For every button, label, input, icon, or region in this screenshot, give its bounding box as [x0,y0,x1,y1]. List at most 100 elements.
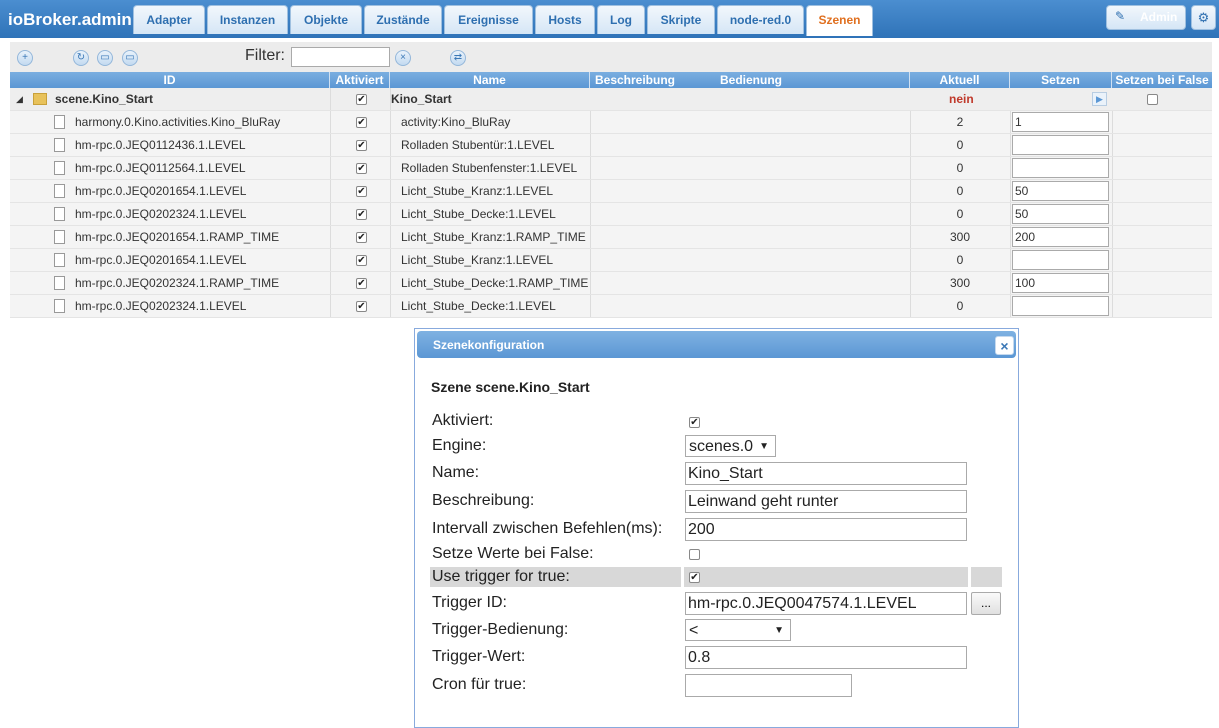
trigger-id-browse-button[interactable]: ... [971,592,1001,615]
user-label: Admin [1140,10,1178,24]
tab-log[interactable]: Log [597,5,645,34]
row-enabled-checkbox[interactable]: ✔ [356,140,367,151]
scene-id: scene.Kino_Start [55,92,154,106]
row-name: Licht_Stube_Kranz:1.RAMP_TIME [401,230,586,244]
name-input[interactable]: Kino_Start [685,462,967,485]
table-row[interactable]: harmony.0.Kino.activities.Kino_BluRay ✔ ac… [10,111,1212,134]
scene-false-checkbox[interactable] [1147,94,1158,105]
tab-adapter[interactable]: Adapter [133,5,205,34]
row-enabled-checkbox[interactable]: ✔ [356,278,367,289]
table-row[interactable]: hm-rpc.0.JEQ0201654.1.LEVEL ✔ Licht_Stube_… [10,249,1212,272]
dialog-titlebar[interactable]: Szenekonfiguration × [417,331,1016,358]
folder-open-icon[interactable]: ▭ [122,50,138,66]
row-enabled-checkbox[interactable]: ✔ [356,301,367,312]
scene-enabled-checkbox[interactable]: ✔ [356,94,367,105]
col-aktuell[interactable]: Aktuell [910,72,1010,88]
clear-filter-icon[interactable]: × [395,50,411,66]
table-row[interactable]: hm-rpc.0.JEQ0202324.1.RAMP_TIME ✔ Licht_St… [10,272,1212,295]
close-icon[interactable]: × [995,336,1014,355]
trigger-bedienung-value: < [689,622,699,639]
scene-row[interactable]: ◢ scene.Kino_Start ✔ Kino_Start nein ▶ [10,88,1212,111]
tab-ereignisse[interactable]: Ereignisse [444,5,533,34]
row-aktuell: 0 [956,184,964,198]
app-title: ioBroker.admin [8,10,132,29]
col-bedienung[interactable]: Bedienung [680,72,910,88]
row-aktuell: 0 [956,299,964,313]
settings-button[interactable]: ⚙ [1191,5,1216,30]
row-setzen-input[interactable] [1012,158,1109,178]
row-enabled-checkbox[interactable]: ✔ [356,163,367,174]
table-row[interactable]: hm-rpc.0.JEQ0201654.1.RAMP_TIME ✔ Licht_St… [10,226,1212,249]
col-aktiviert[interactable]: Aktiviert [330,72,390,88]
folder-add-icon[interactable]: ▭ [97,50,113,66]
expand-triangle-icon[interactable]: ◢ [16,88,23,110]
use-trigger-value-bg [684,567,968,587]
name-label: Name: [432,464,480,481]
tab-objekte[interactable]: Objekte [290,5,362,34]
cron-input[interactable] [685,674,852,697]
use-trigger-checkbox[interactable]: ✔ [689,572,700,583]
trigger-id-label: Trigger ID: [432,594,507,611]
folder-icon [33,93,47,105]
row-name: Licht_Stube_Decke:1.RAMP_TIME [401,276,589,290]
row-enabled-checkbox[interactable]: ✔ [356,186,367,197]
filter-input[interactable] [291,47,390,67]
file-icon [54,184,65,198]
row-id: hm-rpc.0.JEQ0202324.1.LEVEL [75,207,247,221]
row-aktuell: 0 [956,161,964,175]
row-setzen-input[interactable]: 50 [1012,181,1109,201]
table-row[interactable]: hm-rpc.0.JEQ0112564.1.LEVEL ✔ Rolladen Stu… [10,157,1212,180]
tab-hosts[interactable]: Hosts [535,5,595,34]
row-enabled-checkbox[interactable]: ✔ [356,117,367,128]
row-id: hm-rpc.0.JEQ0202324.1.LEVEL [75,299,247,313]
file-icon [54,230,65,244]
row-setzen-input[interactable] [1012,296,1109,316]
table-row[interactable]: hm-rpc.0.JEQ0202324.1.LEVEL ✔ Licht_Stube_… [10,203,1212,226]
beschreibung-input[interactable]: Leinwand geht runter [685,490,967,513]
col-setzen[interactable]: Setzen [1010,72,1112,88]
row-setzen-input[interactable]: 50 [1012,204,1109,224]
setze-false-checkbox[interactable] [689,549,700,560]
file-icon [54,115,65,129]
tab-node-red[interactable]: node-red.0 [717,5,804,34]
collapse-icon[interactable]: ⇄ [450,50,466,66]
trigger-wert-input[interactable]: 0.8 [685,646,967,669]
table-row[interactable]: hm-rpc.0.JEQ0201654.1.LEVEL ✔ Licht_Stube_… [10,180,1212,203]
intervall-input[interactable]: 200 [685,518,967,541]
row-setzen-input[interactable]: 100 [1012,273,1109,293]
table-row[interactable]: hm-rpc.0.JEQ0202324.1.LEVEL ✔ Licht_Stube_… [10,295,1212,318]
row-name: Licht_Stube_Kranz:1.LEVEL [401,184,554,198]
col-setzen-bei-false[interactable]: Setzen bei False [1112,72,1212,88]
scene-config-dialog: Szenekonfiguration × Szene scene.Kino_St… [414,328,1019,728]
row-name: Rolladen Stubentür:1.LEVEL [401,138,555,152]
row-aktuell: 300 [949,276,971,290]
pencil-icon: ✎ [1115,9,1126,23]
tab-instanzen[interactable]: Instanzen [207,5,288,34]
refresh-icon[interactable]: ↻ [73,50,89,66]
row-enabled-checkbox[interactable]: ✔ [356,232,367,243]
row-id: hm-rpc.0.JEQ0112564.1.LEVEL [75,161,246,175]
add-icon[interactable]: + [17,50,33,66]
row-setzen-input[interactable] [1012,250,1109,270]
engine-select[interactable]: scenes.0 ▼ [685,435,776,457]
trigger-bedienung-select[interactable]: < ▼ [685,619,791,641]
col-name[interactable]: Name [390,72,590,88]
col-id[interactable]: ID [10,72,330,88]
row-setzen-input[interactable]: 1 [1012,112,1109,132]
col-beschreibung[interactable]: Beschreibung [590,72,680,88]
tab-szenen[interactable]: Szenen [806,5,873,36]
trigger-id-input[interactable]: hm-rpc.0.JEQ0047574.1.LEVEL [685,592,967,615]
row-enabled-checkbox[interactable]: ✔ [356,255,367,266]
aktiviert-label: Aktiviert: [432,412,494,429]
play-icon[interactable]: ▶ [1092,92,1107,106]
scene-status: nein [949,92,974,106]
row-enabled-checkbox[interactable]: ✔ [356,209,367,220]
table-row[interactable]: hm-rpc.0.JEQ0112436.1.LEVEL ✔ Rolladen Stu… [10,134,1212,157]
row-aktuell: 300 [949,230,971,244]
row-setzen-input[interactable] [1012,135,1109,155]
use-trigger-label: Use trigger for true: [432,568,570,585]
aktiviert-checkbox[interactable]: ✔ [689,417,700,428]
tab-skripte[interactable]: Skripte [647,5,715,34]
tab-zustaende[interactable]: Zustände [364,5,442,34]
row-setzen-input[interactable]: 200 [1012,227,1109,247]
